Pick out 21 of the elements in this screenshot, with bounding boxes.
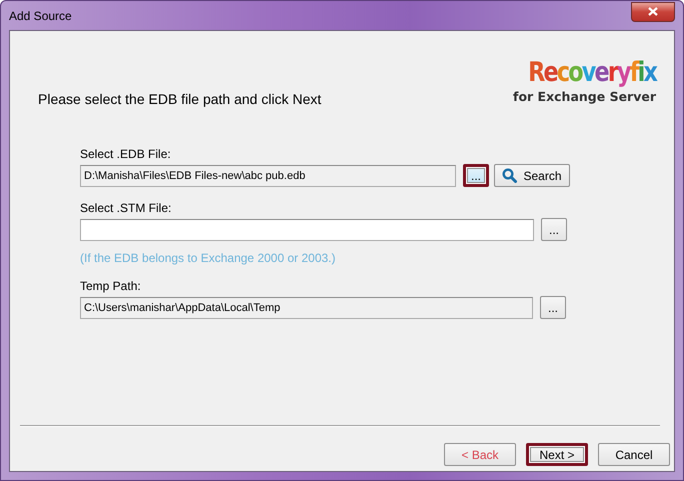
- path-field[interactable]: [80, 218, 534, 240]
- dialog-button[interactable]: Cancel: [598, 443, 670, 466]
- brand-subtitle: for Exchange Server: [513, 89, 656, 104]
- window-title: Add Source: [9, 8, 72, 22]
- browse-button[interactable]: ...: [540, 296, 566, 319]
- browse-button[interactable]: ...: [463, 164, 489, 187]
- search-button[interactable]: Search: [494, 164, 570, 187]
- instruction-text: Please select the EDB file path and click Next: [38, 91, 322, 107]
- path-field[interactable]: C:\Users\manishar\AppData\Local\Temp: [80, 296, 533, 318]
- dialog-button[interactable]: < Back: [444, 443, 516, 466]
- field-label: Select .STM File:: [80, 201, 172, 215]
- hint-text: (If the EDB belongs to Exchange 2000 or 2003.): [80, 251, 336, 265]
- browse-button[interactable]: ...: [541, 218, 567, 241]
- close-icon: [648, 7, 658, 16]
- dialog-button[interactable]: Next >: [526, 443, 588, 466]
- search-icon: [502, 168, 518, 183]
- path-field[interactable]: D:\Manisha\Files\EDB Files-new\abc pub.edb: [80, 164, 456, 186]
- field-label: Select .EDB File:: [80, 147, 172, 161]
- field-label: Temp Path:: [80, 279, 142, 293]
- close-button[interactable]: [631, 2, 675, 22]
- brand-logo: Recoveryfix: [528, 59, 656, 87]
